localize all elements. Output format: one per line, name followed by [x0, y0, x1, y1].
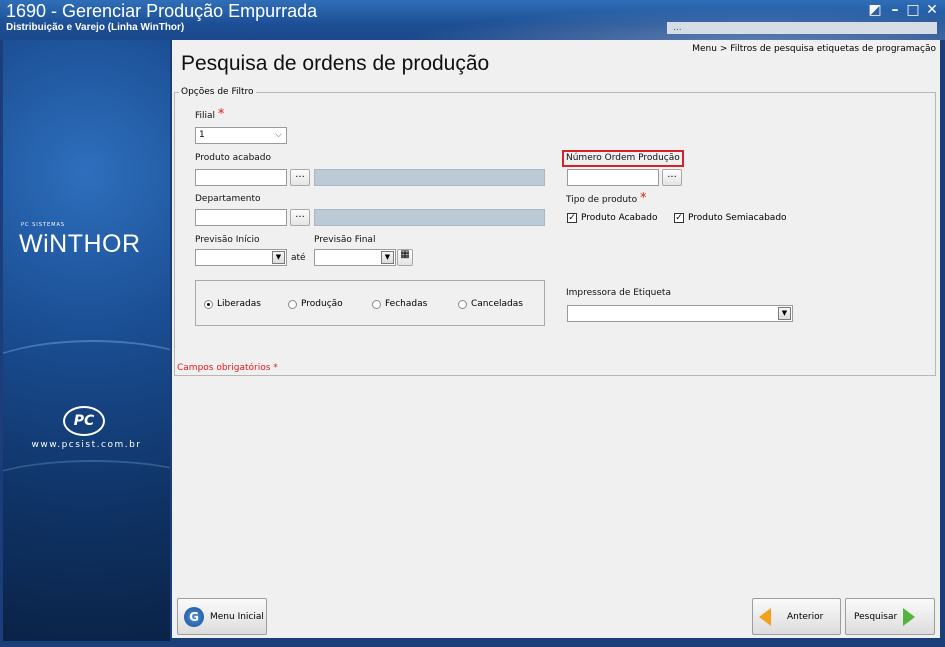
dropdown-arrow-icon[interactable]: ▼ — [272, 251, 285, 264]
arrow-right-icon — [903, 607, 916, 626]
produto-acabado-input[interactable] — [195, 169, 287, 186]
radio-icon — [458, 299, 467, 309]
window-subtitle: Distribuição e Varejo (Linha WinThor) — [6, 22, 185, 33]
required-mark: * — [639, 191, 647, 206]
arrow-left-icon — [759, 607, 771, 626]
previsao-inicio-label: Previsão Início — [195, 235, 260, 245]
checkbox-produto-acabado[interactable]: ✓ Produto Acabado — [567, 213, 658, 223]
checkbox-produto-semiacabado[interactable]: ✓ Produto Semiacabado — [674, 213, 787, 223]
radio-canceladas[interactable]: Canceladas — [458, 299, 523, 309]
filial-label: Filial * — [195, 107, 225, 122]
numero-ordem-input[interactable] — [567, 169, 659, 186]
dropdown-arrow-icon[interactable]: ▼ — [381, 251, 394, 264]
ate-label: até — [291, 253, 306, 263]
tipo-produto-label: Tipo de produto * — [566, 191, 647, 206]
maximize-icon[interactable]: □ — [903, 2, 923, 18]
breadcrumb: Menu > Filtros de pesquisa etiquetas de … — [692, 44, 936, 54]
departamento-label: Departamento — [195, 194, 261, 204]
checkbox-checked-icon: ✓ — [567, 213, 577, 223]
pesquisar-button[interactable]: Pesquisar — [845, 598, 935, 635]
sidebar: PC SISTEMAS WiNTHOR PC www.pcsist.com.br — [3, 40, 170, 641]
produto-acabado-description — [314, 169, 545, 186]
previsao-final-label: Previsão Final — [314, 235, 376, 245]
numero-ordem-label: Número Ordem Produção — [566, 153, 680, 163]
filter-options-group: Opções de Filtro Filial * 1 ⌵ Produto ac… — [174, 87, 936, 376]
chevron-down-icon: ⌵ — [275, 130, 282, 140]
radio-icon — [288, 299, 297, 309]
departamento-description — [314, 209, 545, 226]
main-content: Menu > Filtros de pesquisa etiquetas de … — [172, 40, 940, 638]
departamento-input[interactable] — [195, 209, 287, 226]
title-bar-decoration — [325, 0, 945, 40]
previsao-inicio-date[interactable]: ▼ — [195, 249, 287, 266]
close-icon[interactable]: ✕ — [922, 2, 942, 18]
website-url: www.pcsist.com.br — [31, 440, 142, 450]
departamento-browse-button[interactable]: ... — [290, 209, 310, 226]
page-title: Pesquisa de ordens de produção — [181, 52, 490, 75]
radio-producao[interactable]: Produção — [288, 299, 343, 309]
radio-fechadas[interactable]: Fechadas — [372, 299, 427, 309]
filial-select[interactable]: 1 ⌵ — [195, 127, 287, 144]
anterior-button[interactable]: Anterior — [752, 598, 841, 635]
previsao-final-date[interactable]: ▼ — [314, 249, 396, 266]
menu-inicial-button[interactable]: G Menu Inicial — [177, 598, 267, 635]
pc-logo: PC — [63, 406, 105, 436]
calendar-icon[interactable]: ▦ — [397, 249, 413, 266]
produto-acabado-browse-button[interactable]: ... — [290, 169, 310, 186]
dropdown-arrow-icon[interactable]: ▼ — [778, 307, 791, 320]
restore-icon[interactable]: ◩ — [865, 2, 885, 18]
required-mark: * — [217, 107, 225, 122]
impressora-label: Impressora de Etiqueta — [566, 288, 671, 298]
produto-acabado-label: Produto acabado — [195, 153, 272, 163]
title-bar: 1690 - Gerenciar Produção Empurrada Dist… — [0, 0, 945, 40]
filter-options-legend: Opções de Filtro — [179, 87, 256, 97]
radio-icon — [372, 299, 381, 309]
minimize-icon[interactable]: – — [885, 2, 905, 18]
impressora-select[interactable]: ▼ — [567, 305, 793, 322]
radio-selected-icon — [204, 299, 213, 309]
brand-small-label: PC SISTEMAS — [21, 222, 66, 228]
status-radio-group: Liberadas Produção Fechadas Canceladas — [195, 280, 545, 326]
window-frame-bottom — [0, 641, 945, 647]
radio-liberadas[interactable]: Liberadas — [204, 299, 261, 309]
required-fields-note: Campos obrigatórios * — [177, 363, 278, 373]
user-info: ... — [667, 22, 937, 34]
numero-ordem-browse-button[interactable]: ... — [662, 169, 682, 186]
checkbox-checked-icon: ✓ — [674, 213, 684, 223]
sidebar-decoration — [3, 460, 170, 520]
home-icon: G — [184, 606, 204, 627]
winthor-logo: WiNTHOR — [19, 230, 141, 258]
window-title: 1690 - Gerenciar Produção Empurrada — [6, 1, 318, 21]
